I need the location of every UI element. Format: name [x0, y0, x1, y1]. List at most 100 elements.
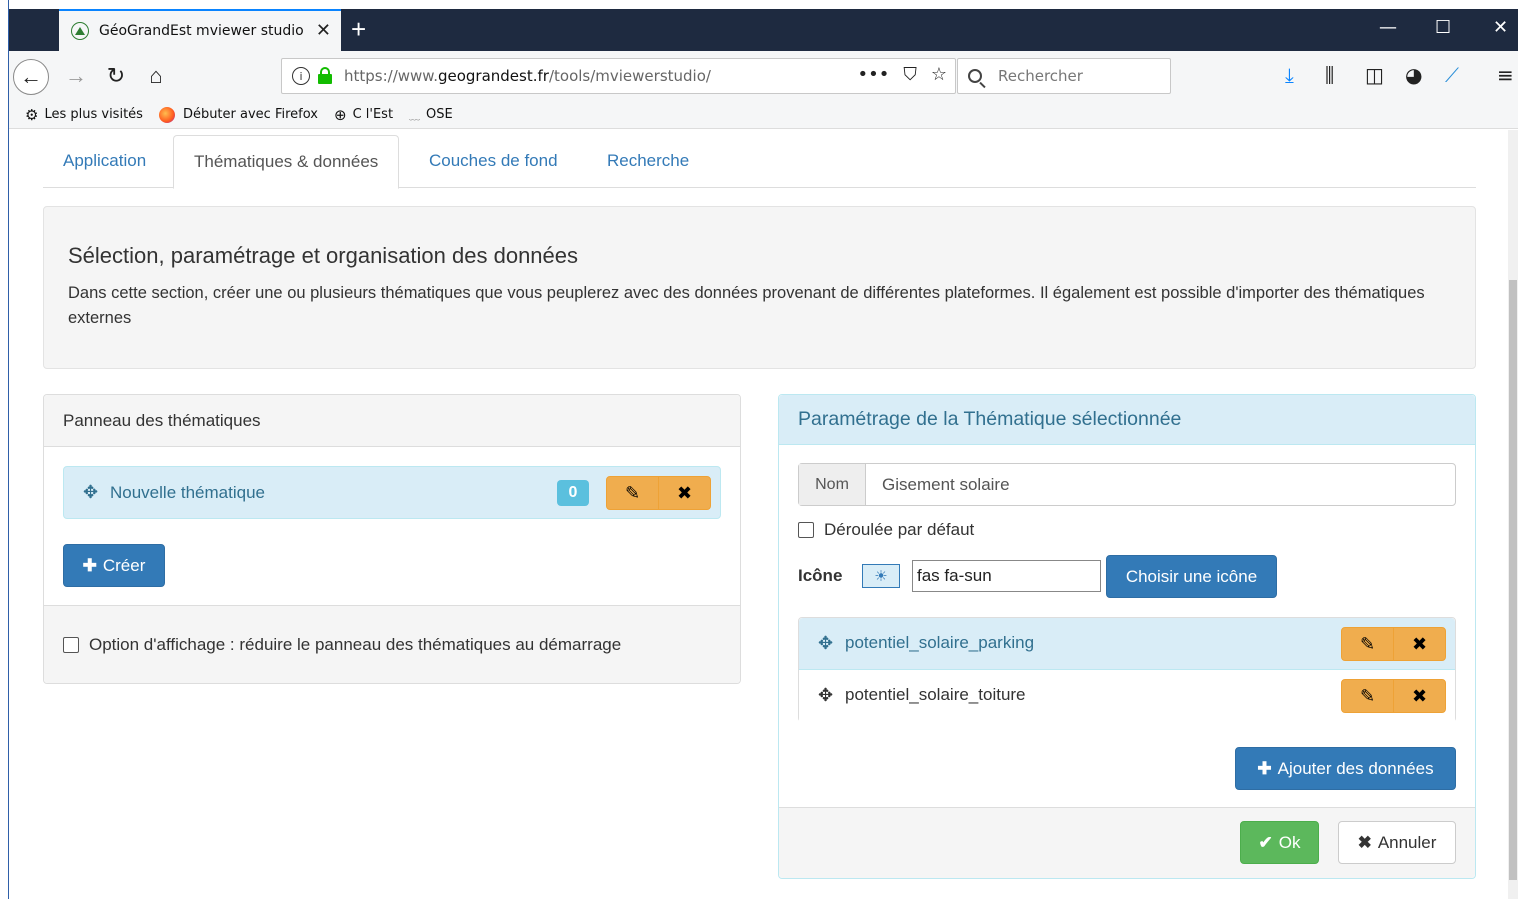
bookmark-star-icon[interactable]: ☆ [931, 64, 947, 85]
pencil-icon: ✎ [1359, 685, 1376, 706]
browser-tab[interactable]: GéoGrandEst mviewer studio ✕ [59, 9, 341, 51]
studio-tabs: Application Thématiques & données Couche… [43, 135, 1476, 189]
new-tab-button[interactable]: + [351, 14, 366, 45]
bookmarks-toolbar: ⚙ Les plus visités Débuter avec Firefox … [9, 101, 1518, 129]
themes-panel-footer: Option d'affichage : réduire le panneau … [44, 605, 740, 683]
intro-well: Sélection, paramétrage et organisation d… [43, 206, 1476, 369]
bookmark-item[interactable]: ﹏ OSE [409, 107, 453, 123]
plus-icon: ✚ [1257, 758, 1272, 778]
close-icon: ✖ [1411, 633, 1428, 654]
layer-name: potentiel_solaire_parking [845, 633, 1035, 652]
download-icon[interactable]: ⤓ [1285, 63, 1294, 87]
theme-settings-footer: ✔ Ok ✖ Annuler [779, 807, 1475, 878]
tab-recherche[interactable]: Recherche [587, 135, 709, 188]
ose-icon: ﹏ [409, 108, 421, 122]
move-icon[interactable]: ✥ [818, 633, 833, 654]
layer-list-item[interactable]: ✥ potentiel_solaire_parking ✎ ✖ [799, 618, 1455, 670]
pencil-icon: ✎ [624, 482, 641, 503]
edit-layer-button[interactable]: ✎ [1341, 679, 1394, 713]
home-button[interactable]: ⌂ [141, 61, 171, 91]
site-favicon-icon [71, 22, 89, 40]
collapse-panel-checkbox[interactable] [63, 636, 79, 653]
move-icon[interactable]: ✥ [83, 482, 98, 503]
forward-arrow-icon: → [65, 63, 87, 88]
icon-label: Icône [798, 566, 843, 585]
icon-class-input[interactable]: fas fa-sun [912, 560, 1101, 592]
check-icon: ✔ [1258, 832, 1273, 852]
sun-icon: ☀ [862, 564, 900, 588]
delete-layer-button[interactable]: ✖ [1393, 627, 1446, 661]
section-title: Sélection, paramétrage et organisation d… [68, 243, 579, 268]
plus-icon: ✚ [82, 555, 97, 575]
ok-button[interactable]: ✔ Ok [1240, 821, 1319, 864]
theme-settings-panel: Paramétrage de la Thématique sélectionné… [778, 394, 1476, 879]
tab-application[interactable]: Application [43, 135, 166, 188]
close-icon: ✖ [1357, 832, 1372, 852]
name-addon-label: Nom [799, 464, 866, 505]
info-icon[interactable]: i [292, 67, 310, 85]
library-icon[interactable]: ⫼ [1325, 63, 1334, 87]
minimize-button[interactable]: — [1379, 17, 1397, 38]
window-frame [0, 0, 9, 899]
search-icon [968, 69, 982, 83]
delete-theme-button[interactable]: ✖ [658, 476, 711, 510]
tab-thematiques[interactable]: Thématiques & données [173, 135, 400, 189]
edit-layer-button[interactable]: ✎ [1341, 627, 1394, 661]
globe-icon: ⊕ [333, 105, 347, 124]
url-bar[interactable]: i https://www.geograndest.fr/tools/mview… [281, 58, 956, 94]
lock-icon [318, 66, 332, 84]
tab-close-icon[interactable]: ✕ [316, 20, 331, 41]
firefox-icon [158, 106, 175, 123]
close-icon: ✖ [1411, 685, 1428, 706]
tab-couches-de-fond[interactable]: Couches de fond [409, 135, 578, 188]
create-theme-button[interactable]: ✚ Créer [63, 544, 165, 587]
sidebar-icon[interactable]: ◫ [1365, 63, 1384, 87]
expanded-checkbox[interactable] [798, 522, 814, 538]
page-scrollbar[interactable] [1508, 130, 1518, 899]
maximize-button[interactable]: ☐ [1435, 17, 1451, 38]
extension-icon[interactable]: ⟋ [1445, 63, 1459, 87]
move-icon[interactable]: ✥ [818, 685, 833, 706]
back-button[interactable]: ← [13, 59, 49, 95]
close-window-button[interactable]: ✕ [1493, 17, 1508, 38]
close-icon: ✖ [676, 482, 693, 503]
reload-icon: ↻ [106, 63, 126, 88]
bookmark-item[interactable]: ⊕ C l'Est [334, 106, 393, 124]
themes-panel: Panneau des thématiques ✥ Nouvelle théma… [43, 394, 741, 684]
bookmark-item[interactable]: ⚙ Les plus visités [25, 106, 143, 124]
theme-name-input[interactable]: Gisement solaire [866, 464, 1026, 505]
layer-count-badge: 0 [557, 480, 589, 506]
pocket-icon[interactable]: ⛉ [903, 64, 917, 85]
theme-settings-title: Paramétrage de la Thématique sélectionné… [779, 395, 1475, 445]
collapse-panel-label: Option d'affichage : réduire le panneau … [89, 634, 622, 654]
url-text[interactable]: https://www.geograndest.fr/tools/mviewer… [344, 67, 711, 85]
choose-icon-button[interactable]: Choisir une icône [1106, 555, 1277, 598]
back-arrow-icon: ← [20, 64, 42, 89]
tab-title: GéoGrandEst mviewer studio [99, 23, 304, 39]
add-data-button[interactable]: ✚ Ajouter des données [1235, 747, 1456, 790]
cancel-button[interactable]: ✖ Annuler [1338, 821, 1456, 864]
theme-name: Nouvelle thématique [110, 483, 265, 502]
account-icon[interactable]: ◕ [1405, 63, 1422, 87]
theme-name-field[interactable]: Nom Gisement solaire [798, 463, 1456, 506]
delete-layer-button[interactable]: ✖ [1393, 679, 1446, 713]
page-actions-icon[interactable]: ••• [858, 64, 890, 85]
layer-list-item[interactable]: ✥ potentiel_solaire_toiture ✎ ✖ [799, 670, 1455, 722]
browser-navbar: ← → ↻ ⌂ i https://www.geograndest.fr/too… [9, 51, 1518, 101]
scrollbar-thumb[interactable] [1509, 280, 1517, 880]
menu-icon[interactable]: ≡ [1497, 63, 1514, 87]
pencil-icon: ✎ [1359, 633, 1376, 654]
expanded-label: Déroulée par défaut [824, 520, 975, 539]
reload-button[interactable]: ↻ [101, 61, 131, 91]
layer-name: potentiel_solaire_toiture [845, 685, 1026, 704]
edit-theme-button[interactable]: ✎ [606, 476, 659, 510]
expanded-option[interactable]: Déroulée par défaut [798, 520, 974, 540]
section-description: Dans cette section, créer une ou plusieu… [68, 284, 1425, 327]
themes-panel-title: Panneau des thématiques [44, 395, 740, 447]
layer-list: ✥ potentiel_solaire_parking ✎ ✖ ✥ potent… [798, 617, 1456, 722]
search-input[interactable]: Rechercher [957, 58, 1171, 94]
theme-list-item[interactable]: ✥ Nouvelle thématique 0 ✎ ✖ [63, 466, 721, 519]
bookmark-item[interactable]: Débuter avec Firefox [158, 106, 318, 123]
forward-button[interactable]: → [61, 61, 91, 91]
home-icon: ⌂ [149, 63, 163, 88]
